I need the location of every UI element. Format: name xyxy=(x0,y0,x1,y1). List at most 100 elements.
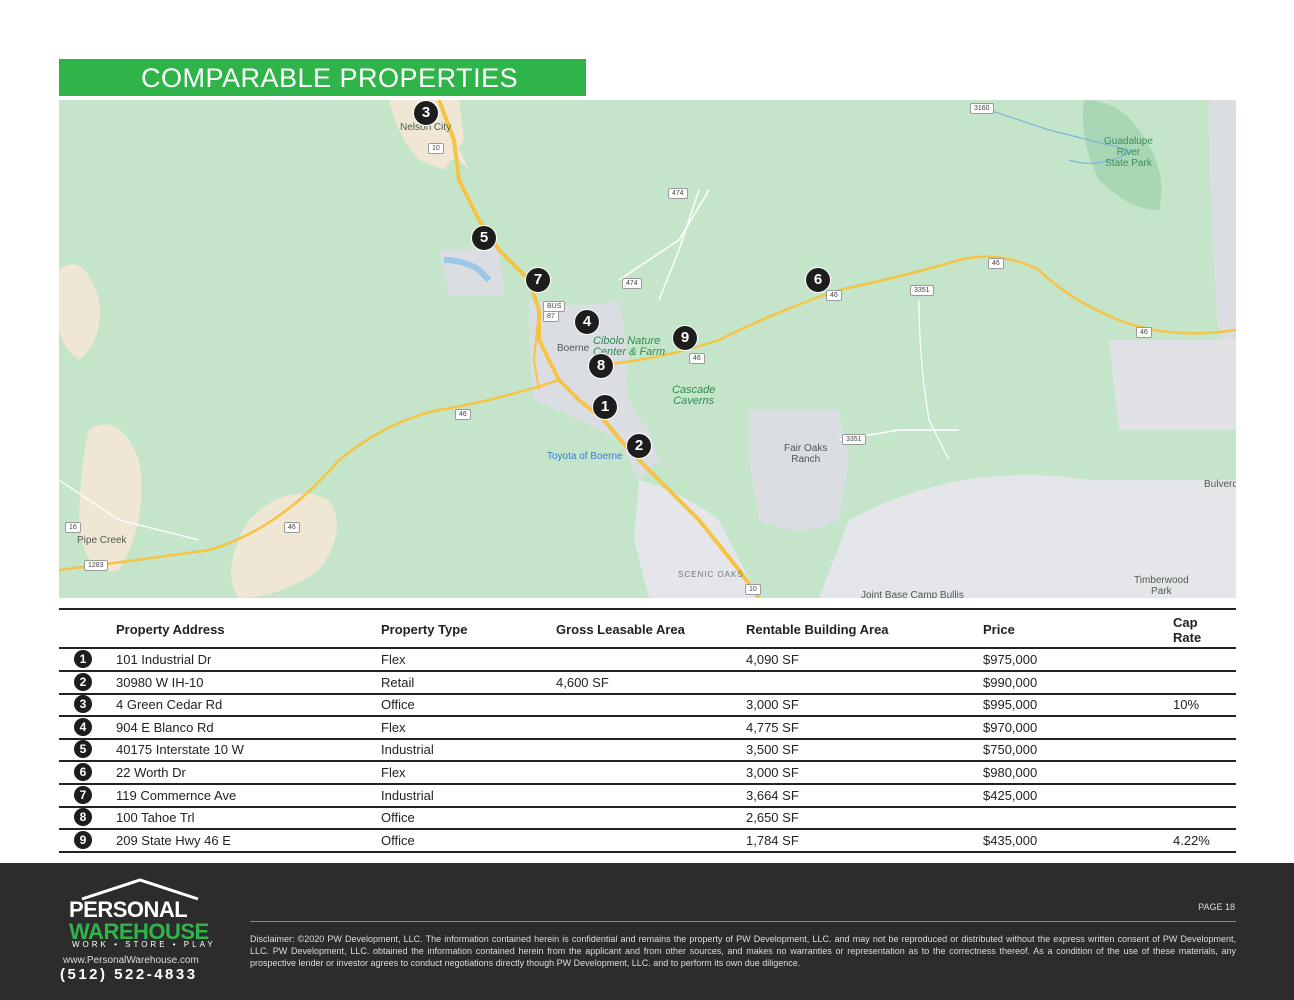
road-shield: 87 xyxy=(543,311,559,322)
cell-rba: 3,664 SF xyxy=(746,787,799,803)
cell-rba: 3,000 SF xyxy=(746,697,799,713)
cell-rba: 1,784 SF xyxy=(746,832,799,848)
road-shield: 10 xyxy=(428,143,444,154)
road-shield: 10 xyxy=(745,584,761,595)
road-shield: 46 xyxy=(988,258,1004,269)
road-shield: 46 xyxy=(455,409,471,420)
map-label-camp-bullis: Joint Base Camp Bullis xyxy=(861,590,964,598)
road-shield: 3351 xyxy=(842,434,866,445)
cell-type: Retail xyxy=(381,674,415,690)
cell-type: Office xyxy=(381,832,415,848)
cell-type: Flex xyxy=(381,765,406,780)
table-row: 4 904 E Blanco Rd Flex 4,775 SF $970,000 xyxy=(59,716,1236,740)
map-label-guadalupe-park: Guadalupe River State Park xyxy=(1104,136,1153,169)
col-header-type: Property Type xyxy=(381,622,468,637)
cell-address: 119 Commernce Ave xyxy=(116,787,237,803)
map-marker-5[interactable]: 5 xyxy=(471,225,497,251)
col-header-rba: Rentable Building Area xyxy=(746,622,889,637)
map-label-pipe-creek: Pipe Creek xyxy=(77,535,127,546)
page-title: COMPARABLE PROPERTIES xyxy=(141,63,519,93)
road-shield: 46 xyxy=(689,353,705,364)
road-shield: 1283 xyxy=(84,560,108,571)
footer-divider xyxy=(250,921,1236,922)
phone-number[interactable]: (512) 522-4833 xyxy=(60,966,198,983)
row-number-badge: 4 xyxy=(74,717,92,736)
cell-rba: 2,650 SF xyxy=(746,810,799,826)
cell-rba: 4,775 SF xyxy=(746,719,799,735)
row-number-badge: 6 xyxy=(74,763,92,781)
page-number: PAGE 18 xyxy=(1198,902,1235,912)
table-row: 3 4 Green Cedar Rd Office 3,000 SF $995,000 1… xyxy=(59,693,1236,718)
cell-rba: 4,090 SF xyxy=(746,652,799,667)
table-top-rule xyxy=(59,608,1236,610)
cell-type: Industrial xyxy=(381,787,434,803)
map-marker-1[interactable]: 1 xyxy=(592,394,618,420)
map-label-cascade-caverns: Cascade Caverns xyxy=(672,384,716,407)
cell-type: Flex xyxy=(381,652,406,667)
logo-tagline: WORK • STORE • PLAY xyxy=(72,940,216,949)
cell-price: $425,000 xyxy=(983,787,1038,803)
map-marker-4[interactable]: 4 xyxy=(574,309,600,335)
row-number-badge: 9 xyxy=(74,830,92,849)
road-shield: 16 xyxy=(65,522,81,533)
row-number-badge: 2 xyxy=(74,672,92,691)
row-number-badge: 7 xyxy=(74,785,92,804)
table-row: 7 119 Commernce Ave Industrial 3,664 SF $42… xyxy=(59,784,1236,808)
table-row: 8 100 Tahoe Trl Office 2,650 SF xyxy=(59,806,1236,831)
road-shield: 474 xyxy=(622,278,642,289)
map-marker-7[interactable]: 7 xyxy=(525,267,551,293)
cell-type: Office xyxy=(381,697,415,713)
col-header-cap-rate: Cap Rate xyxy=(1173,615,1202,645)
cell-type: Flex xyxy=(381,719,406,735)
row-number-badge: 3 xyxy=(74,695,92,714)
road-shield: 46 xyxy=(284,522,300,533)
map-label-toyota: Toyota of Boerne xyxy=(547,451,623,462)
road-shield: 474 xyxy=(668,188,688,199)
cell-address: 4 Green Cedar Rd xyxy=(116,697,223,713)
cell-price: $995,000 xyxy=(983,697,1038,713)
map-label-boerne: Boerne xyxy=(557,343,590,354)
cell-address: 209 State Hwy 46 E xyxy=(116,832,231,848)
col-header-gla: Gross Leasable Area xyxy=(556,622,685,637)
col-header-price: Price xyxy=(983,622,1015,637)
cell-rba: 3,000 SF xyxy=(746,765,799,780)
map-label-scenic-oaks: SCENIC OAKS xyxy=(678,570,744,579)
road-shield: 46 xyxy=(1136,327,1152,338)
table-row: 5 40175 Interstate 10 W Industrial 3,500 SF… xyxy=(59,738,1236,763)
table-row: 6 22 Worth Dr Flex 3,000 SF $980,000 xyxy=(59,761,1236,785)
cell-address: 100 Tahoe Trl xyxy=(116,810,195,826)
cell-price: $990,000 xyxy=(983,674,1038,690)
road-shield: 3160 xyxy=(970,103,994,114)
cell-cap: 4.22% xyxy=(1173,832,1210,848)
comparable-properties-map[interactable]: Nelson City Guadalupe River State Park B… xyxy=(59,100,1236,598)
cell-address: 101 Industrial Dr xyxy=(116,652,212,667)
map-marker-9[interactable]: 9 xyxy=(672,325,698,351)
map-marker-6[interactable]: 6 xyxy=(805,267,831,293)
cell-type: Industrial xyxy=(381,742,434,758)
row-number-badge: 5 xyxy=(74,740,92,759)
road-shield: BUS xyxy=(543,301,566,312)
map-marker-8[interactable]: 8 xyxy=(588,353,614,379)
cell-price: $980,000 xyxy=(983,765,1038,780)
disclaimer-text: Disclaimer: ©2020 PW Development, LLC. T… xyxy=(250,934,1236,968)
table-row: 2 30980 W IH-10 Retail 4,600 SF $990,000 xyxy=(59,671,1236,695)
cell-gla: 4,600 SF xyxy=(556,674,609,690)
road-shield: 46 xyxy=(826,290,842,301)
website-link[interactable]: www.PersonalWarehouse.com xyxy=(63,955,199,966)
cell-cap: 10% xyxy=(1173,697,1200,713)
section-title-bar: COMPARABLE PROPERTIES xyxy=(59,59,586,96)
cell-price: $975,000 xyxy=(983,652,1038,667)
row-number-badge: 8 xyxy=(74,808,92,827)
map-marker-3[interactable]: 3 xyxy=(413,100,439,126)
table-row: 9 209 State Hwy 46 E Office 1,784 SF $435,00… xyxy=(59,829,1236,853)
cell-address: 30980 W IH-10 xyxy=(116,674,204,690)
map-marker-2[interactable]: 2 xyxy=(626,433,652,459)
table-row: 1 101 Industrial Dr Flex 4,090 SF $975,000 xyxy=(59,648,1236,672)
cell-type: Office xyxy=(381,810,415,826)
cell-price: $435,000 xyxy=(983,832,1038,848)
map-label-timberwood: Timberwood Park xyxy=(1134,575,1189,597)
map-label-fair-oaks: Fair Oaks Ranch xyxy=(784,443,828,465)
cell-rba: 3,500 SF xyxy=(746,742,799,758)
cell-address: 40175 Interstate 10 W xyxy=(116,742,244,758)
cell-price: $970,000 xyxy=(983,719,1038,735)
